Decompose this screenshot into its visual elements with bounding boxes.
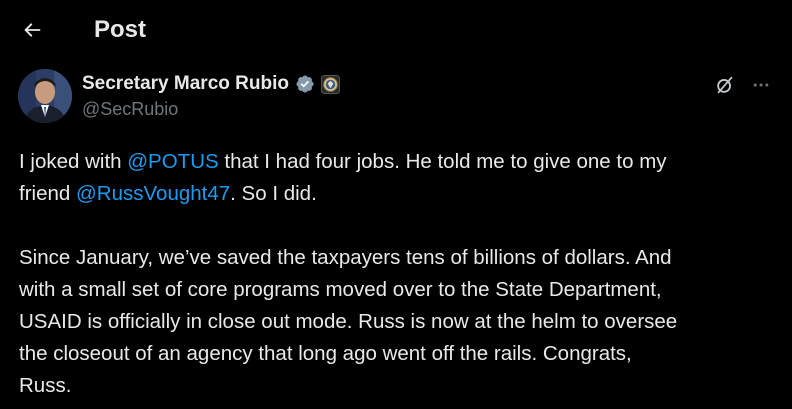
author-name-row: Secretary Marco Rubio bbox=[82, 72, 340, 96]
paragraph-2-line-3: USAID is officially in close out mode. R… bbox=[19, 310, 678, 333]
post-header: Post bbox=[0, 0, 792, 62]
mention-potus[interactable]: @POTUS bbox=[127, 150, 218, 173]
text-span: friend bbox=[19, 182, 76, 205]
paragraph-2-line-1: Since January, we’ve saved the taxpayers… bbox=[19, 246, 672, 269]
more-icon bbox=[753, 83, 769, 87]
text-span: that I had four jobs. He told me to give… bbox=[218, 150, 667, 173]
grok-icon bbox=[717, 76, 733, 94]
text-span: I joked with bbox=[19, 150, 128, 173]
paragraph-1-line-1: I joked with @POTUS that I had four jobs… bbox=[19, 146, 779, 178]
paragraph-2-line-5: Russ. bbox=[19, 374, 72, 397]
grok-button[interactable] bbox=[712, 72, 738, 98]
more-button[interactable] bbox=[748, 72, 774, 98]
state-department-seal-icon[interactable] bbox=[320, 74, 340, 94]
page-title: Post bbox=[94, 16, 147, 43]
verified-badge-icon[interactable] bbox=[295, 74, 315, 94]
arrow-left-icon bbox=[24, 23, 41, 37]
text-span: . So I did. bbox=[230, 182, 317, 205]
post-text: I joked with @POTUS that I had four jobs… bbox=[19, 146, 779, 402]
avatar[interactable] bbox=[18, 69, 72, 123]
paragraph-1-line-2: friend @RussVought47. So I did. bbox=[19, 178, 779, 210]
back-button[interactable] bbox=[14, 12, 50, 48]
author-handle[interactable]: @SecRubio bbox=[82, 98, 178, 120]
author-display-name[interactable]: Secretary Marco Rubio bbox=[82, 73, 289, 95]
paragraph-2-line-4: the closeout of an agency that long ago … bbox=[19, 342, 632, 365]
mention-russvought47[interactable]: @RussVought47 bbox=[76, 182, 230, 205]
paragraph-2-line-2: with a small set of core programs moved … bbox=[19, 278, 662, 301]
